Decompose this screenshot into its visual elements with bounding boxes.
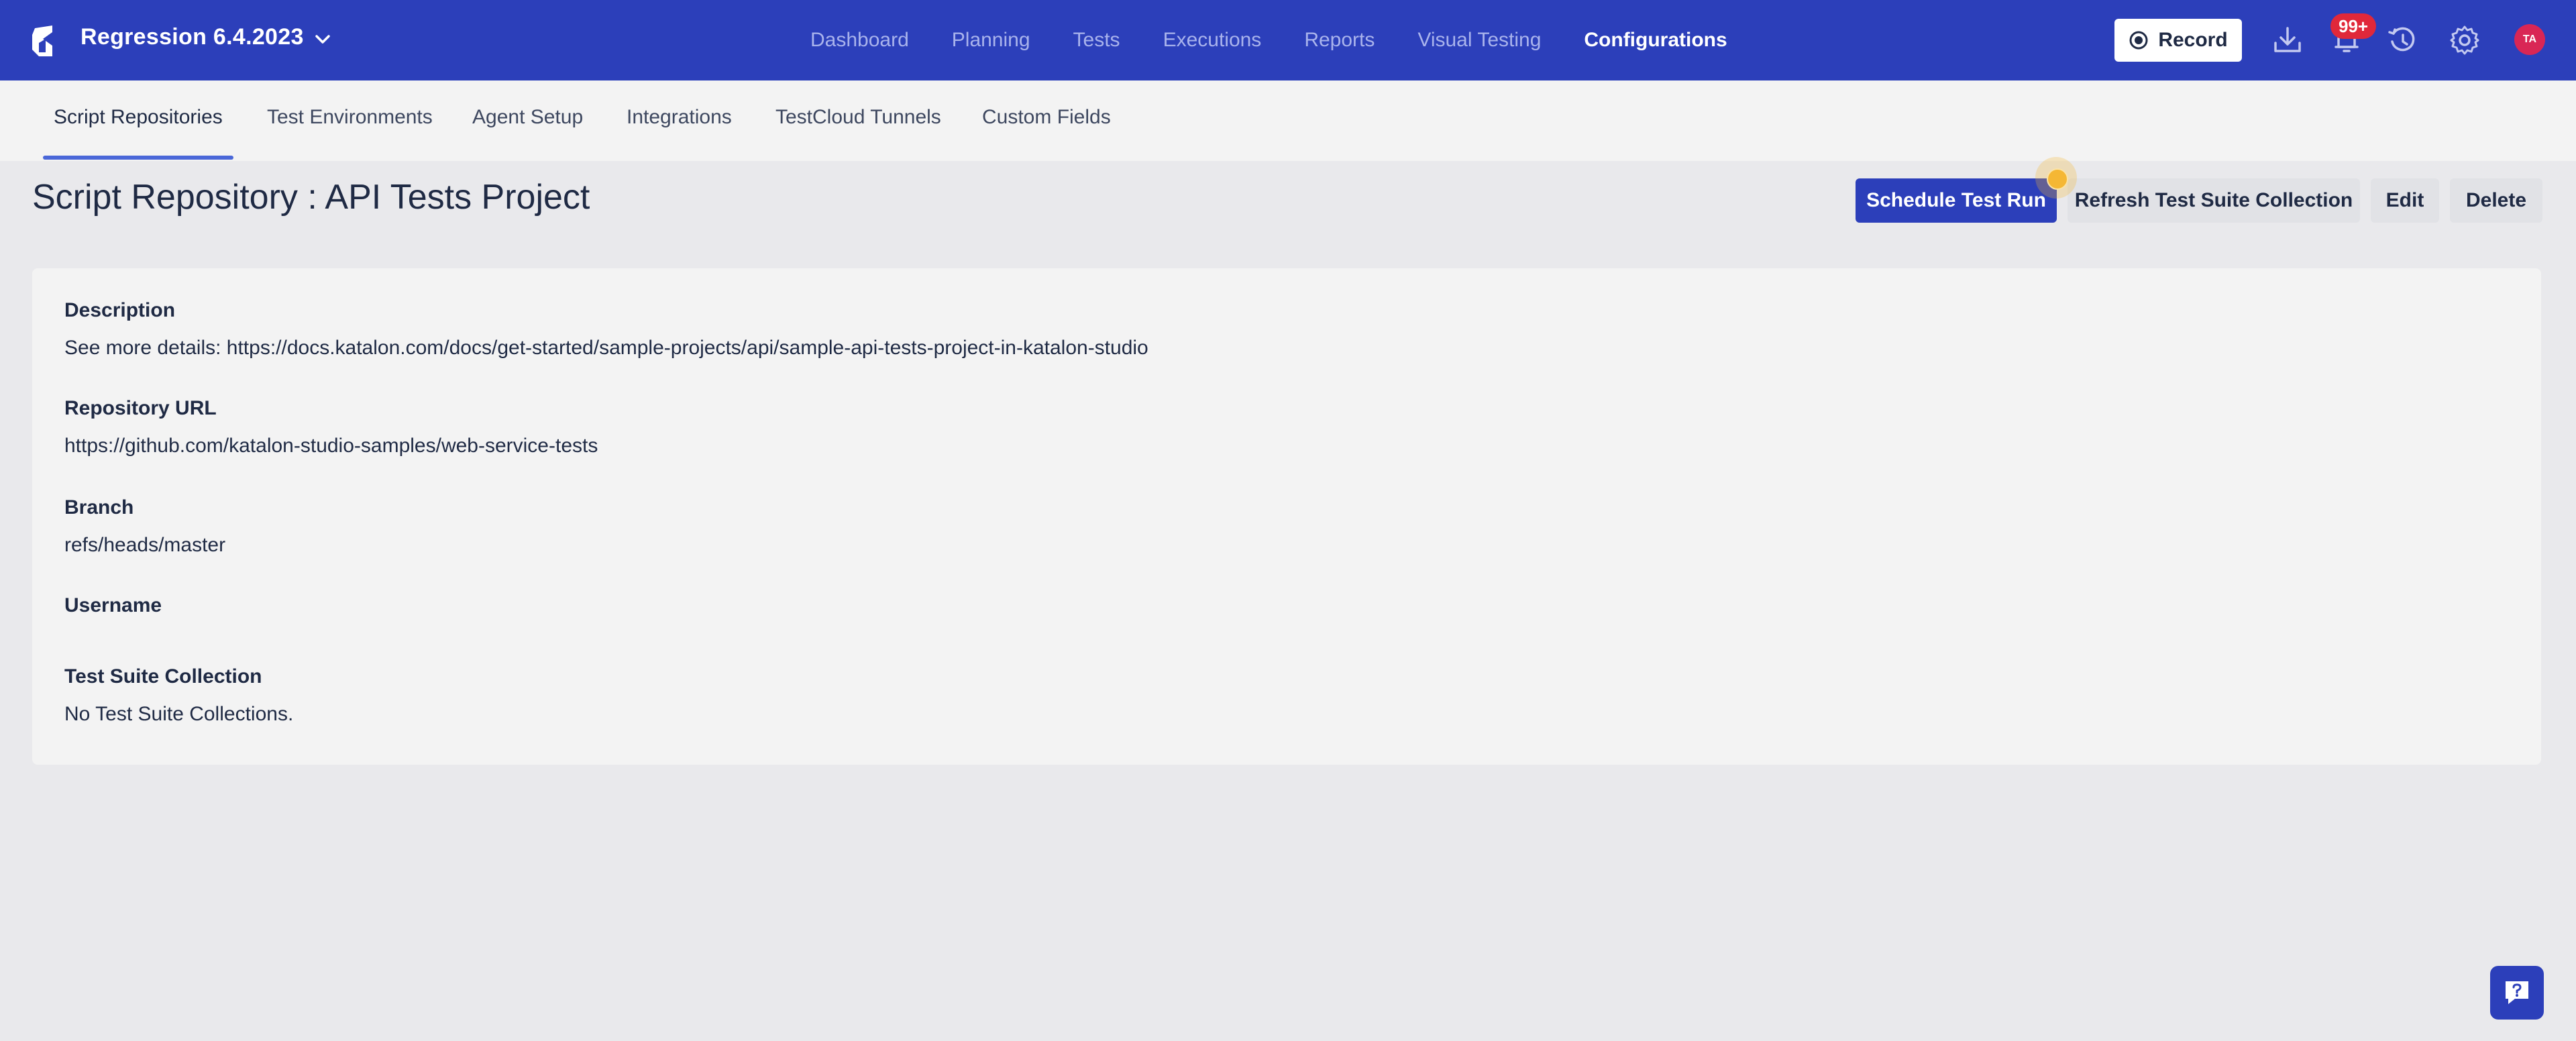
notifications-badge: 99+ [2330,13,2377,39]
test-suite-collection-label: Test Suite Collection [64,665,262,688]
record-button[interactable]: Record [2114,19,2242,62]
gear-icon[interactable] [2449,24,2481,56]
nav-planning[interactable]: Planning [952,24,1030,56]
project-name[interactable]: Regression 6.4.2023 [80,24,304,50]
tab-test-environments[interactable]: Test Environments [267,106,433,129]
help-chat-button[interactable] [2490,966,2544,1020]
edit-button[interactable]: Edit [2371,178,2439,223]
main-nav: Dashboard Planning Tests Executions Repo… [810,24,1770,56]
help-chat-icon [2506,981,2528,1004]
nav-reports[interactable]: Reports [1304,24,1375,56]
download-icon[interactable] [2271,24,2304,56]
branch-value: refs/heads/master [64,534,226,556]
record-label: Record [2158,29,2228,51]
tab-agent-setup[interactable]: Agent Setup [472,106,583,129]
chevron-down-icon[interactable] [311,28,334,51]
tab-testcloud-tunnels[interactable]: TestCloud Tunnels [775,106,941,129]
repository-details-card: Description See more details: https://do… [32,268,2541,765]
tab-integrations[interactable]: Integrations [627,106,732,129]
refresh-test-suite-collection-button[interactable]: Refresh Test Suite Collection [2068,178,2360,223]
katalon-logo-icon[interactable] [30,25,56,56]
repository-url-value: https://github.com/katalon-studio-sample… [64,435,598,457]
onboarding-hotspot-dot[interactable] [2047,168,2068,190]
delete-button[interactable]: Delete [2450,178,2542,223]
username-label: Username [64,594,162,616]
tab-script-repositories[interactable]: Script Repositories [54,106,223,129]
repository-url-label: Repository URL [64,397,217,419]
description-value: See more details: https://docs.katalon.c… [64,337,1148,359]
top-navigation-bar: Regression 6.4.2023 Dashboard Planning T… [0,0,2576,80]
active-tab-indicator [43,156,233,160]
history-icon[interactable] [2387,24,2419,56]
nav-configurations[interactable]: Configurations [1584,24,1727,56]
schedule-test-run-button[interactable]: Schedule Test Run [1856,178,2057,223]
nav-executions[interactable]: Executions [1163,24,1262,56]
test-suite-collection-value: No Test Suite Collections. [64,703,294,725]
nav-tests[interactable]: Tests [1073,24,1120,56]
configurations-tabs: Script Repositories Test Environments Ag… [0,80,2576,161]
tab-custom-fields[interactable]: Custom Fields [982,106,1111,129]
record-icon [2129,31,2148,50]
nav-visual-testing[interactable]: Visual Testing [1417,24,1541,56]
page-title: Script Repository : API Tests Project [32,178,590,217]
avatar[interactable]: TA [2514,24,2545,55]
description-label: Description [64,299,176,321]
branch-label: Branch [64,496,134,518]
nav-dashboard[interactable]: Dashboard [810,24,909,56]
